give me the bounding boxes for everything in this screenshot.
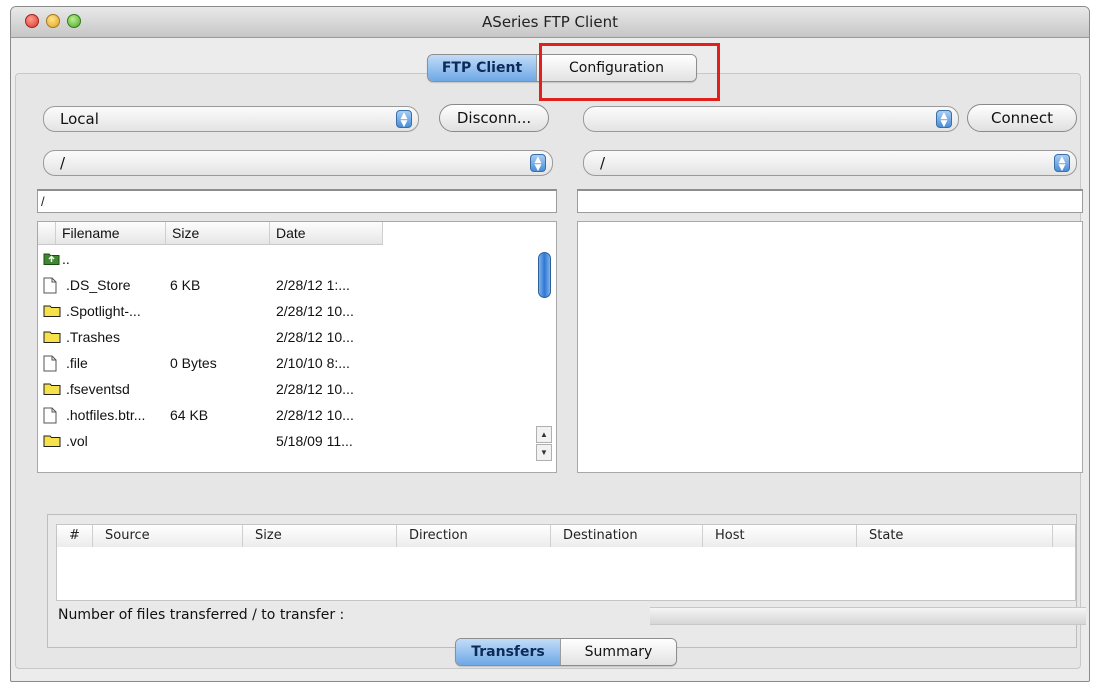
list-item[interactable]: .vol 5/18/09 11... xyxy=(38,428,528,454)
column-state[interactable]: State xyxy=(857,525,1053,547)
list-item-parent[interactable]: .. xyxy=(38,246,528,272)
app-window: ASeries FTP Client FTP Client Configurat… xyxy=(10,6,1090,682)
file-name: .vol xyxy=(66,433,88,449)
connect-button[interactable]: Connect xyxy=(967,104,1077,132)
transfers-table-body[interactable] xyxy=(56,547,1076,601)
up-folder-icon xyxy=(43,251,60,268)
column-number[interactable]: # xyxy=(57,525,93,547)
file-size: 6 KB xyxy=(170,277,201,293)
scrollbar-thumb[interactable] xyxy=(538,252,551,298)
highlight-box xyxy=(539,43,720,101)
select-arrows-icon: ▲ ▼ xyxy=(396,110,412,129)
folder-icon xyxy=(43,303,61,320)
column-source[interactable]: Source xyxy=(93,525,243,547)
parent-dir-label: .. xyxy=(62,251,70,267)
title-bar: ASeries FTP Client xyxy=(11,7,1089,38)
remote-directory-value: / xyxy=(600,154,606,172)
file-name: .file xyxy=(66,355,88,371)
list-item[interactable]: .Trashes 2/28/12 10... xyxy=(38,324,528,350)
list-item[interactable]: .file 0 Bytes 2/10/10 8:... xyxy=(38,350,528,376)
scroll-up-arrow-icon[interactable]: ▲ xyxy=(536,426,552,443)
column-host[interactable]: Host xyxy=(703,525,857,547)
column-size[interactable]: Size xyxy=(166,222,270,244)
select-arrows-icon: ▲ ▼ xyxy=(1054,154,1070,173)
file-date: 2/10/10 8:... xyxy=(276,355,350,371)
column-size[interactable]: Size xyxy=(243,525,397,547)
file-name: .Spotlight-... xyxy=(66,303,141,319)
column-date[interactable]: Date xyxy=(270,222,383,244)
file-size: 0 Bytes xyxy=(170,355,217,371)
column-filename[interactable]: Filename xyxy=(56,222,166,244)
location-select[interactable]: Local ▲ ▼ xyxy=(43,106,419,132)
file-date: 5/18/09 11... xyxy=(276,433,353,449)
file-name: .DS_Store xyxy=(66,277,131,293)
local-directory-select[interactable]: / ▲ ▼ xyxy=(43,150,553,176)
file-date: 2/28/12 10... xyxy=(276,381,354,397)
list-item[interactable]: .DS_Store 6 KB 2/28/12 1:... xyxy=(38,272,528,298)
remote-host-select[interactable]: ▲ ▼ xyxy=(583,106,959,132)
file-date: 2/28/12 10... xyxy=(276,329,354,345)
list-item[interactable]: .fseventsd 2/28/12 10... xyxy=(38,376,528,402)
file-name: .Trashes xyxy=(66,329,120,345)
select-arrows-icon: ▲ ▼ xyxy=(936,110,952,129)
disconnect-button[interactable]: Disconn... xyxy=(439,104,549,132)
column-destination[interactable]: Destination xyxy=(551,525,703,547)
file-name: .hotfiles.btr... xyxy=(66,407,146,423)
tab-summary[interactable]: Summary xyxy=(560,639,676,665)
tab-transfers[interactable]: Transfers xyxy=(456,639,560,665)
file-name: .fseventsd xyxy=(66,381,130,397)
file-size: 64 KB xyxy=(170,407,209,423)
transfers-panel: # Source Size Direction Destination Host… xyxy=(47,514,1086,648)
file-icon xyxy=(43,355,57,375)
file-date: 2/28/12 1:... xyxy=(276,277,350,293)
folder-icon xyxy=(43,381,61,398)
remote-directory-select[interactable]: / ▲ ▼ xyxy=(583,150,1077,176)
list-item[interactable]: .Spotlight-... 2/28/12 10... xyxy=(38,298,528,324)
local-file-list[interactable]: Filename Size Date .. .DS_Store 6 KB 2/28/… xyxy=(37,221,557,473)
location-select-value: Local xyxy=(60,110,99,128)
list-item[interactable]: .hotfiles.btr... 64 KB 2/28/12 10... xyxy=(38,402,528,428)
local-directory-value: / xyxy=(60,154,66,172)
bottom-tabs: Transfers Summary xyxy=(455,638,677,666)
file-icon xyxy=(43,277,57,297)
local-path-field[interactable]: / xyxy=(37,189,557,213)
remote-path-field[interactable] xyxy=(577,189,1083,213)
window-title: ASeries FTP Client xyxy=(482,13,618,31)
file-list-scrollbar[interactable]: ▲ ▼ xyxy=(536,246,554,464)
scroll-down-arrow-icon[interactable]: ▼ xyxy=(536,444,552,461)
folder-icon xyxy=(43,329,61,346)
file-list-header: Filename Size Date xyxy=(38,222,383,245)
transfer-status-label: Number of files transferred / to transfe… xyxy=(58,607,345,623)
select-arrows-icon: ▲ ▼ xyxy=(530,154,546,173)
tab-ftp-client[interactable]: FTP Client xyxy=(428,55,536,81)
remote-file-list[interactable] xyxy=(577,221,1083,473)
folder-icon xyxy=(43,433,61,450)
column-direction[interactable]: Direction xyxy=(397,525,551,547)
file-date: 2/28/12 10... xyxy=(276,407,354,423)
transfers-table-header: # Source Size Direction Destination Host… xyxy=(56,524,1076,548)
file-icon xyxy=(43,407,57,427)
transfer-progress-bar xyxy=(650,607,1086,625)
file-date: 2/28/12 10... xyxy=(276,303,354,319)
